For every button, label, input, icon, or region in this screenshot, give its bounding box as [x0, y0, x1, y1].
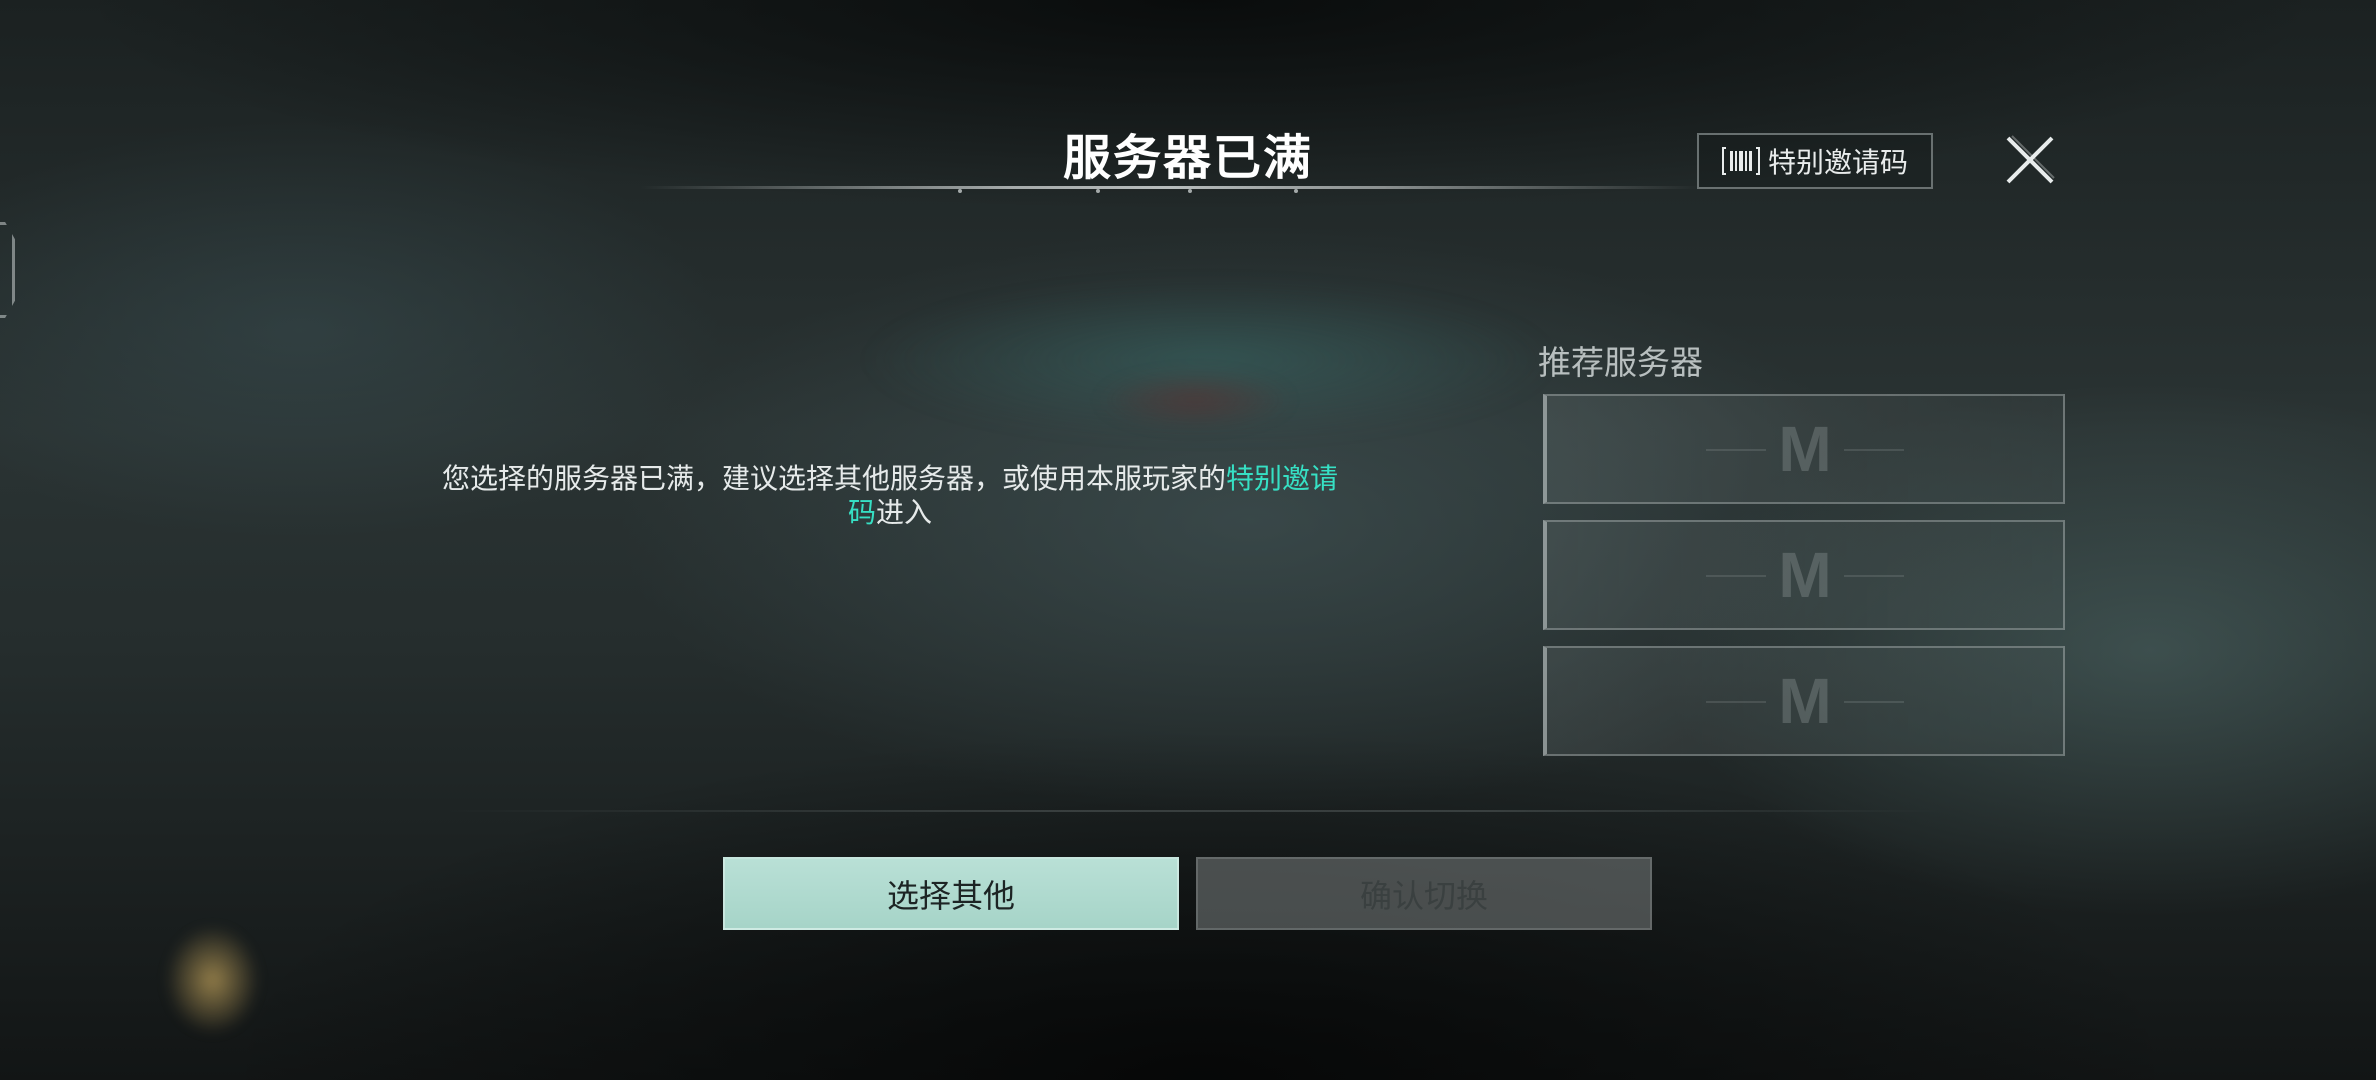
recommended-server-slot[interactable]: M: [1543, 520, 2065, 630]
invite-code-label: 特别邀请码: [1767, 146, 1908, 179]
title-divider: [640, 186, 1700, 189]
side-tab-handle[interactable]: [0, 222, 15, 318]
background-glow: [1095, 370, 1295, 430]
recommended-servers-title: 推荐服务器: [1538, 343, 1703, 382]
bottom-divider: [440, 810, 1940, 812]
barcode-icon: [1721, 144, 1760, 178]
select-other-button[interactable]: 选择其他: [723, 857, 1179, 930]
server-placeholder-logo: M: [1705, 665, 1905, 737]
game-dialog-screen: 服务器已满 特别邀请码 您选择的服务器已满，建议选择其他服务器，或使用本服玩家的…: [0, 0, 2376, 1080]
divider-dot: [1096, 189, 1100, 193]
close-button[interactable]: [2002, 132, 2058, 188]
server-placeholder-logo: M: [1705, 539, 1905, 611]
confirm-switch-button[interactable]: 确认切换: [1196, 857, 1652, 930]
server-full-message: 您选择的服务器已满，建议选择其他服务器，或使用本服玩家的特别邀请码进入: [440, 462, 1340, 530]
message-suffix: 进入: [876, 496, 933, 529]
divider-dot: [1188, 189, 1192, 193]
message-text: 您选择的服务器已满，建议选择其他服务器，或使用本服玩家的: [441, 462, 1226, 495]
dialog-title: 服务器已满: [1062, 130, 1313, 186]
recommended-server-slot[interactable]: M: [1543, 646, 2065, 756]
divider-dot: [1294, 189, 1298, 193]
recommended-server-slot[interactable]: M: [1543, 394, 2065, 504]
background-light: [165, 925, 260, 1035]
invite-code-button[interactable]: 特别邀请码: [1697, 133, 1933, 189]
server-placeholder-logo: M: [1705, 413, 1905, 485]
divider-dot: [958, 189, 962, 193]
close-icon: [2006, 135, 2055, 184]
